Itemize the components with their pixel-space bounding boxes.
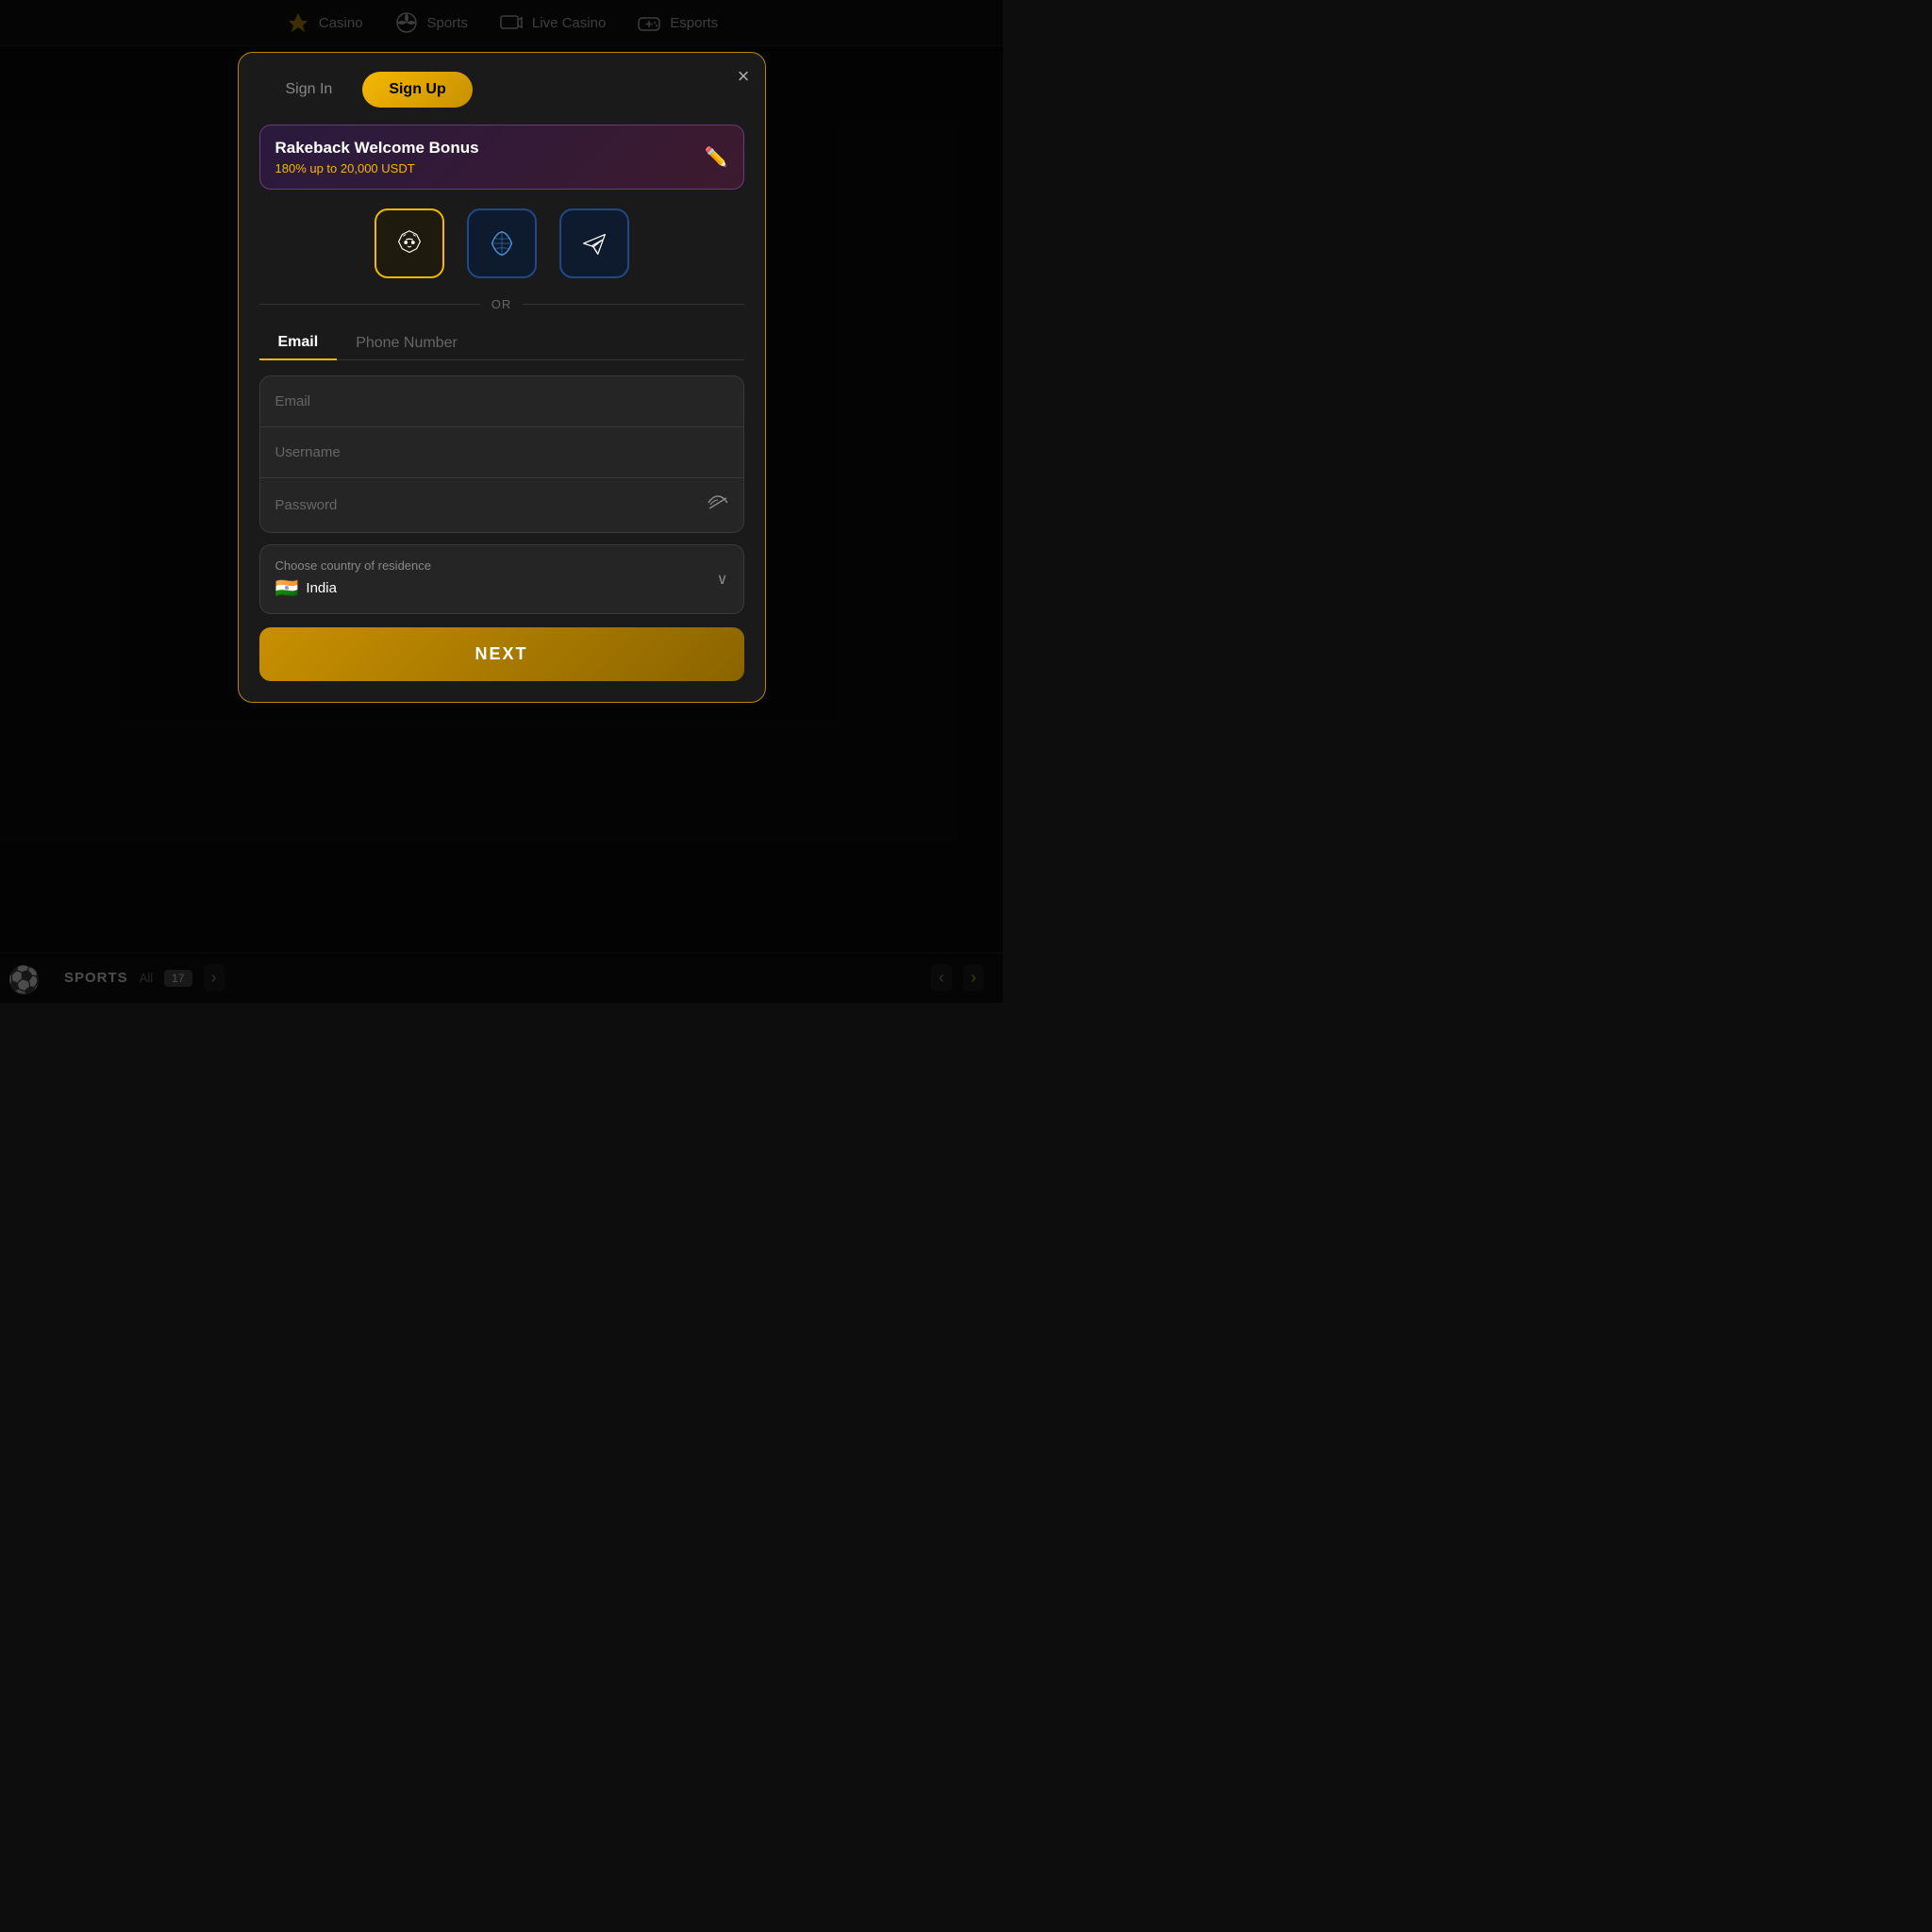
country-info: Choose country of residence 🇮🇳 India — [275, 558, 431, 600]
close-button[interactable]: × — [738, 66, 750, 87]
chevron-down-icon: ∨ — [717, 570, 728, 589]
social-buttons-row — [259, 208, 744, 278]
password-input[interactable] — [275, 497, 698, 513]
bonus-edit-icon[interactable]: ✏️ — [705, 145, 728, 169]
country-value: 🇮🇳 India — [275, 576, 431, 600]
phone-tab[interactable]: Phone Number — [337, 326, 476, 359]
signup-modal: × Sign In Sign Up Rakeback Welcome Bonus… — [238, 52, 766, 703]
password-field-container — [260, 478, 743, 532]
input-method-tabs: Email Phone Number — [259, 326, 744, 360]
wallet-login-button[interactable] — [467, 208, 537, 278]
modal-overlay: × Sign In Sign Up Rakeback Welcome Bonus… — [0, 0, 1003, 1003]
next-button[interactable]: NEXT — [259, 627, 744, 681]
password-toggle-icon[interactable] — [708, 495, 728, 515]
signin-tab[interactable]: Sign In — [259, 72, 359, 108]
bonus-banner[interactable]: Rakeback Welcome Bonus 180% up to 20,000… — [259, 125, 744, 190]
country-selector[interactable]: Choose country of residence 🇮🇳 India ∨ — [259, 544, 744, 614]
or-divider: OR — [259, 297, 744, 311]
or-line-left — [259, 304, 480, 305]
signup-tab[interactable]: Sign Up — [362, 72, 472, 108]
email-field-container — [260, 376, 743, 427]
country-label: Choose country of residence — [275, 558, 431, 573]
bonus-text: Rakeback Welcome Bonus 180% up to 20,000… — [275, 139, 479, 175]
auth-tabs: Sign In Sign Up — [259, 72, 744, 108]
fox-login-button[interactable] — [375, 208, 444, 278]
bonus-subtitle: 180% up to 20,000 USDT — [275, 161, 479, 175]
or-text: OR — [491, 297, 512, 311]
email-input[interactable] — [275, 393, 728, 409]
telegram-login-button[interactable] — [559, 208, 629, 278]
country-flag: 🇮🇳 — [275, 576, 299, 600]
username-input[interactable] — [275, 444, 728, 460]
bonus-title: Rakeback Welcome Bonus — [275, 139, 479, 158]
country-name: India — [306, 580, 337, 596]
email-tab[interactable]: Email — [259, 326, 338, 360]
signup-form — [259, 375, 744, 533]
or-line-right — [523, 304, 743, 305]
username-field-container — [260, 427, 743, 478]
